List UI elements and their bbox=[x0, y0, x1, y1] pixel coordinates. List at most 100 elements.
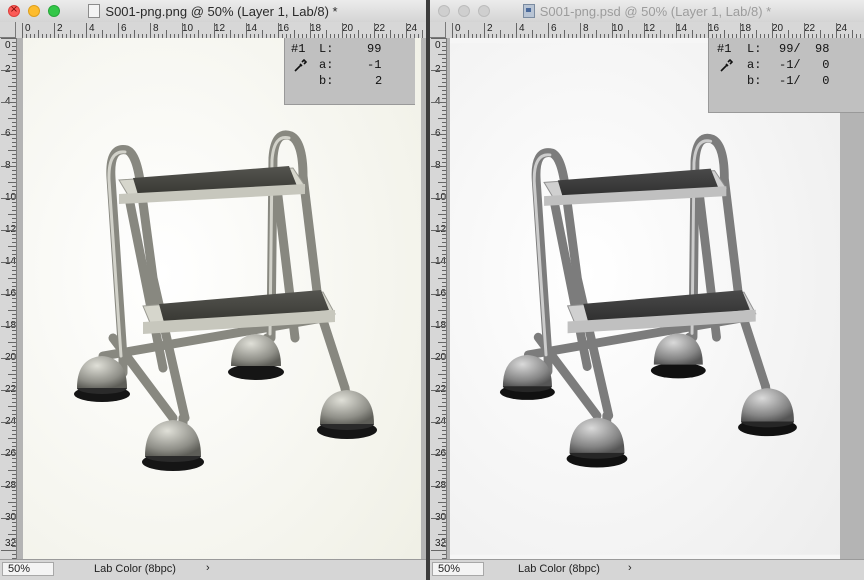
ruler-tick bbox=[12, 250, 16, 251]
ruler-tick bbox=[438, 438, 446, 439]
status-menu-arrow[interactable]: › bbox=[628, 562, 632, 574]
ruler-tick bbox=[1, 550, 16, 551]
ruler-tick bbox=[442, 482, 446, 483]
vertical-ruler[interactable]: 0 2 4 6 8 10 12 14 16 18 20 22 24 26 28 … bbox=[430, 38, 447, 560]
horizontal-ruler[interactable]: 0 2 4 6 8 10 12 14 16 18 20 22 24 bbox=[16, 22, 426, 39]
ruler-tick bbox=[431, 422, 446, 423]
ruler-tick bbox=[442, 394, 446, 395]
title-bar[interactable]: S001-png.psd @ 50% (Layer 1, Lab/8) * bbox=[430, 0, 864, 23]
ruler-tick bbox=[12, 386, 16, 387]
window-title: S001-png.png @ 50% (Layer 1, Lab/8) * bbox=[0, 4, 426, 19]
ruler-tick bbox=[12, 498, 16, 499]
ruler-label: 32 bbox=[5, 538, 17, 549]
ruler-tick bbox=[12, 338, 16, 339]
ruler-tick bbox=[442, 382, 446, 383]
ruler-label: 22 bbox=[374, 23, 386, 34]
ruler-tick bbox=[442, 66, 446, 67]
photo[interactable] bbox=[23, 38, 421, 560]
ruler-tick bbox=[1, 262, 16, 263]
ruler-tick bbox=[12, 82, 16, 83]
zoom-input[interactable]: 50% bbox=[2, 562, 54, 576]
ruler-tick bbox=[278, 23, 279, 38]
ruler-tick bbox=[442, 58, 446, 59]
ruler-tick bbox=[12, 50, 16, 51]
ruler-tick bbox=[8, 310, 16, 311]
ruler-label: 12 bbox=[214, 23, 226, 34]
ruler-tick bbox=[431, 486, 446, 487]
ruler-tick bbox=[54, 23, 55, 38]
ruler-tick bbox=[438, 310, 446, 311]
ruler-label: 16 bbox=[708, 23, 720, 34]
ruler-tick bbox=[12, 302, 16, 303]
ruler-tick bbox=[442, 522, 446, 523]
ruler-label: 0 bbox=[435, 40, 441, 51]
ruler-tick bbox=[442, 498, 446, 499]
vertical-ruler[interactable]: 0 2 4 6 8 10 12 14 16 18 20 22 24 26 28 … bbox=[0, 38, 17, 560]
ruler-tick bbox=[1, 454, 16, 455]
ruler-tick bbox=[310, 23, 311, 38]
ruler-tick bbox=[442, 318, 446, 319]
document-window-right[interactable]: S001-png.psd @ 50% (Layer 1, Lab/8) * 0 … bbox=[430, 0, 864, 580]
ruler-tick bbox=[772, 23, 773, 38]
document-window-left[interactable]: × S001-png.png @ 50% (Layer 1, Lab/8) * … bbox=[0, 0, 426, 580]
title-bar[interactable]: × S001-png.png @ 50% (Layer 1, Lab/8) * bbox=[0, 0, 426, 23]
ruler-tick bbox=[12, 334, 16, 335]
ruler-origin[interactable] bbox=[0, 22, 16, 38]
ruler-tick bbox=[442, 114, 446, 115]
ruler-tick bbox=[12, 322, 16, 323]
ruler-tick bbox=[12, 274, 16, 275]
ruler-tick bbox=[12, 58, 16, 59]
canvas-area[interactable] bbox=[447, 38, 864, 560]
ruler-tick bbox=[12, 410, 16, 411]
ruler-tick bbox=[500, 30, 501, 38]
ruler-label: 22 bbox=[804, 23, 816, 34]
ruler-tick bbox=[12, 202, 16, 203]
ruler-tick bbox=[431, 518, 446, 519]
ruler-tick bbox=[548, 23, 549, 38]
ruler-tick bbox=[8, 502, 16, 503]
ruler-tick bbox=[438, 54, 446, 55]
ruler-tick bbox=[12, 354, 16, 355]
sampler-id: #1 bbox=[291, 42, 306, 56]
ruler-tick bbox=[442, 170, 446, 171]
ruler-tick bbox=[580, 23, 581, 38]
ruler-tick bbox=[8, 86, 16, 87]
ruler-tick bbox=[442, 298, 446, 299]
zoom-input[interactable]: 50% bbox=[432, 562, 484, 576]
ruler-tick bbox=[442, 222, 446, 223]
ruler-tick bbox=[708, 23, 709, 38]
ruler-tick bbox=[182, 23, 183, 38]
ruler-tick bbox=[12, 426, 16, 427]
ruler-tick bbox=[1, 198, 16, 199]
status-menu-arrow[interactable]: › bbox=[206, 562, 210, 574]
ruler-tick bbox=[532, 30, 533, 38]
photo[interactable] bbox=[450, 38, 840, 560]
canvas-area[interactable] bbox=[17, 38, 426, 560]
ruler-tick bbox=[442, 234, 446, 235]
ruler-tick bbox=[12, 350, 16, 351]
ruler-tick bbox=[8, 118, 16, 119]
ruler-tick bbox=[442, 50, 446, 51]
ruler-tick bbox=[431, 326, 446, 327]
ruler-tick bbox=[438, 86, 446, 87]
ruler-tick bbox=[442, 130, 446, 131]
ruler-tick bbox=[358, 30, 359, 38]
ruler-label: 4 bbox=[519, 23, 525, 34]
ruler-tick bbox=[442, 510, 446, 511]
ruler-tick bbox=[262, 30, 263, 38]
ruler-origin[interactable] bbox=[430, 22, 446, 38]
ruler-tick bbox=[442, 530, 446, 531]
ruler-tick bbox=[342, 23, 343, 38]
ruler-tick bbox=[12, 62, 16, 63]
horizontal-ruler[interactable]: 0 2 4 6 8 10 12 14 16 18 20 22 24 bbox=[446, 22, 864, 39]
ruler-tick bbox=[442, 226, 446, 227]
ruler-tick bbox=[12, 318, 16, 319]
info-panel: #1 L: 99 a: -1 b: 2 bbox=[284, 38, 415, 105]
ruler-tick bbox=[12, 98, 16, 99]
ruler-tick bbox=[442, 174, 446, 175]
ruler-tick bbox=[12, 258, 16, 259]
ruler-tick bbox=[12, 394, 16, 395]
ruler-tick bbox=[12, 254, 16, 255]
ruler-tick bbox=[836, 23, 837, 38]
ruler-label: 0 bbox=[25, 23, 31, 34]
